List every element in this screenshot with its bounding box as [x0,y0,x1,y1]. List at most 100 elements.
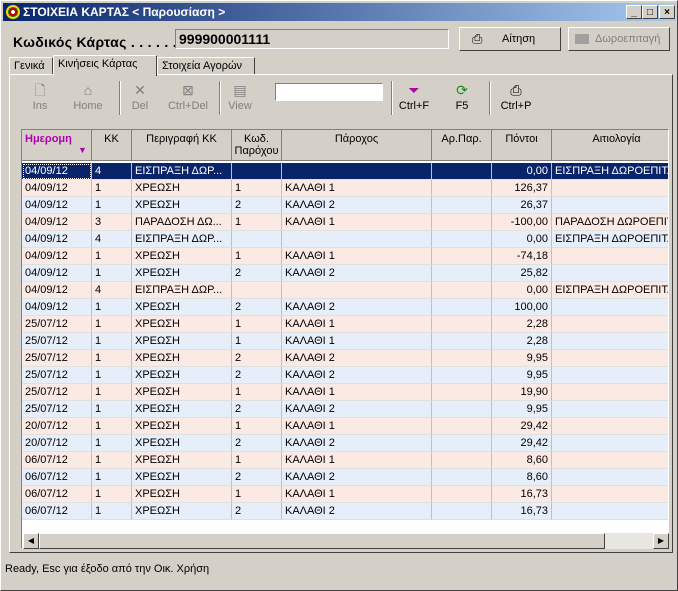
cell-provider: ΚΑΛΑΘΙ 1 [282,214,432,231]
column-header-provider-code[interactable]: Κωδ. Παρόχου [232,130,282,161]
card-code-field[interactable]: 999900001111 [175,29,449,49]
table-row[interactable]: 25/07/12 1 ΧΡΕΩΣΗ 2 ΚΑΛΑΘΙ 2 9,95 [22,350,668,367]
cell-provider-code: 2 [232,503,282,520]
cell-provider-code: 1 [232,418,282,435]
table-row[interactable]: 04/09/12 1 ΧΡΕΩΣΗ 2 ΚΑΛΑΘΙ 2 100,00 [22,299,668,316]
gift-voucher-label: Δωροεπιταγή [595,33,661,45]
cell-doc-no [432,435,492,452]
cell-kk: 1 [92,452,132,469]
table-row[interactable]: 04/09/12 1 ΧΡΕΩΣΗ 1 ΚΑΛΑΘΙ 1 -74,18 [22,248,668,265]
refresh-button[interactable]: ⟳ F5 [439,81,485,117]
cell-reason [552,503,668,520]
table-row[interactable]: 25/07/12 1 ΧΡΕΩΣΗ 2 ΚΑΛΑΘΙ 2 9,95 [22,367,668,384]
cell-reason [552,248,668,265]
view-button[interactable]: ▤ View [217,81,263,117]
cell-doc-no [432,486,492,503]
cell-description: ΧΡΕΩΣΗ [132,333,232,350]
cell-description: ΕΙΣΠΡΑΞΗ ΔΩΡ... [132,282,232,299]
table-row[interactable]: 04/09/12 4 ΕΙΣΠΡΑΞΗ ΔΩΡ... 0,00 ΕΙΣΠΡΑΞΗ ΔΩΡ… [22,231,668,248]
sort-desc-icon: ▼ [78,145,87,155]
column-header-points[interactable]: Πόντοι [492,130,552,161]
cell-provider-code: 1 [232,452,282,469]
refresh-icon: ⟳ [456,82,468,98]
home-button[interactable]: ⌂ Home [65,81,111,117]
toolbar-separator [489,81,491,115]
minimize-button[interactable]: _ [626,5,642,19]
delete-all-button[interactable]: ⊠ Ctrl+Del [165,81,211,117]
cell-reason [552,316,668,333]
cell-kk: 4 [92,231,132,248]
gift-voucher-button[interactable]: Δωροεπιταγή [568,27,670,51]
cell-provider-code [232,282,282,299]
table-row[interactable]: 04/09/12 3 ΠΑΡΑΔΟΣΗ ΔΩ... 1 ΚΑΛΑΘΙ 1 -100,00 Π… [22,214,668,231]
table-row[interactable]: 20/07/12 1 ΧΡΕΩΣΗ 1 ΚΑΛΑΘΙ 1 29,42 [22,418,668,435]
cell-date: 06/07/12 [22,469,92,486]
table-row-selected[interactable]: 04/09/12 4 ΕΙΣΠΡΑΞΗ ΔΩΡ... 0,00 ΕΙΣΠΡΑΞΗ ΔΩΡ… [22,163,668,180]
table-row[interactable]: 06/07/12 1 ΧΡΕΩΣΗ 1 ΚΑΛΑΘΙ 1 16,73 [22,486,668,503]
cell-reason [552,469,668,486]
table-row[interactable]: 04/09/12 1 ΧΡΕΩΣΗ 1 ΚΑΛΑΘΙ 1 126,37 [22,180,668,197]
close-button[interactable]: × [659,5,675,19]
cell-description: ΧΡΕΩΣΗ [132,384,232,401]
cell-kk: 1 [92,503,132,520]
cell-kk: 1 [92,265,132,282]
cell-kk: 1 [92,469,132,486]
table-row[interactable]: 20/07/12 1 ΧΡΕΩΣΗ 2 ΚΑΛΑΘΙ 2 29,42 [22,435,668,452]
column-header-date[interactable]: Ημερομη ▼ [22,130,92,161]
cell-doc-no [432,197,492,214]
movements-grid[interactable]: Ημερομη ▼ ΚΚ Περιγραφή ΚΚ Κωδ. Παρόχου Πάροχο… [21,129,669,549]
column-header-reason[interactable]: Αιτιολογία [552,130,668,161]
cell-date: 06/07/12 [22,503,92,520]
scroll-thumb[interactable] [39,533,605,549]
cell-date: 20/07/12 [22,435,92,452]
table-row[interactable]: 25/07/12 1 ΧΡΕΩΣΗ 1 ΚΑΛΑΘΙ 1 2,28 [22,316,668,333]
table-row[interactable]: 25/07/12 1 ΧΡΕΩΣΗ 2 ΚΑΛΑΘΙ 2 9,95 [22,401,668,418]
scroll-left-icon[interactable]: ◀ [23,533,39,549]
cell-points: 19,90 [492,384,552,401]
print-button[interactable]: ⎙ Ctrl+P [493,81,539,117]
cell-description: ΧΡΕΩΣΗ [132,469,232,486]
tab-card-movements[interactable]: Κινήσεις Κάρτας [53,55,157,76]
cell-doc-no [432,367,492,384]
filter-button[interactable]: ⏷ Ctrl+F [391,81,437,117]
column-header-description[interactable]: Περιγραφή ΚΚ [132,130,232,161]
column-header-provider[interactable]: Πάροχος [282,130,432,161]
insert-button[interactable]: 🗋 Ins [17,81,63,117]
table-row[interactable]: 06/07/12 1 ΧΡΕΩΣΗ 1 ΚΑΛΑΘΙ 1 8,60 [22,452,668,469]
table-row[interactable]: 04/09/12 1 ΧΡΕΩΣΗ 2 ΚΑΛΑΘΙ 2 26,37 [22,197,668,214]
cell-provider: ΚΑΛΑΘΙ 1 [282,248,432,265]
cell-description: ΧΡΕΩΣΗ [132,486,232,503]
table-row[interactable]: 25/07/12 1 ΧΡΕΩΣΗ 1 ΚΑΛΑΘΙ 1 2,28 [22,333,668,350]
cell-date: 25/07/12 [22,401,92,418]
table-row[interactable]: 25/07/12 1 ΧΡΕΩΣΗ 1 ΚΑΛΑΘΙ 1 19,90 [22,384,668,401]
cell-date: 04/09/12 [22,265,92,282]
maximize-button[interactable]: □ [642,5,658,19]
cell-points: 8,60 [492,469,552,486]
horizontal-scrollbar[interactable]: ◀ ▶ [23,533,669,549]
cell-points: 0,00 [492,282,552,299]
column-header-doc-no[interactable]: Αρ.Παρ. [432,130,492,161]
table-row[interactable]: 04/09/12 1 ΧΡΕΩΣΗ 2 ΚΑΛΑΘΙ 2 25,82 [22,265,668,282]
request-button-label: Αίτηση [502,33,536,45]
cell-points: 100,00 [492,299,552,316]
cell-doc-no [432,401,492,418]
search-input[interactable] [275,83,383,101]
column-header-kk[interactable]: ΚΚ [92,130,132,161]
scroll-right-icon[interactable]: ▶ [653,533,669,549]
tab-general[interactable]: Γενικά [9,57,53,75]
table-row[interactable]: 06/07/12 1 ΧΡΕΩΣΗ 2 ΚΑΛΑΘΙ 2 8,60 [22,469,668,486]
cell-doc-no [432,248,492,265]
card-code-label: Κωδικός Κάρτας . . . . . . [13,34,177,50]
request-button[interactable]: ⎙ Αίτηση [459,27,561,51]
cell-doc-no [432,282,492,299]
cell-doc-no [432,299,492,316]
cell-provider [282,231,432,248]
cell-description: ΧΡΕΩΣΗ [132,299,232,316]
table-row[interactable]: 06/07/12 1 ΧΡΕΩΣΗ 2 ΚΑΛΑΘΙ 2 16,73 [22,503,668,520]
delete-button[interactable]: ✕ Del [117,81,163,117]
cell-kk: 1 [92,418,132,435]
tab-purchase-details[interactable]: Στοιχεία Αγορών [157,57,255,75]
table-row[interactable]: 04/09/12 4 ΕΙΣΠΡΑΞΗ ΔΩΡ... 0,00 ΕΙΣΠΡΑΞΗ ΔΩΡ… [22,282,668,299]
cell-date: 04/09/12 [22,282,92,299]
cell-description: ΕΙΣΠΡΑΞΗ ΔΩΡ... [132,163,232,180]
